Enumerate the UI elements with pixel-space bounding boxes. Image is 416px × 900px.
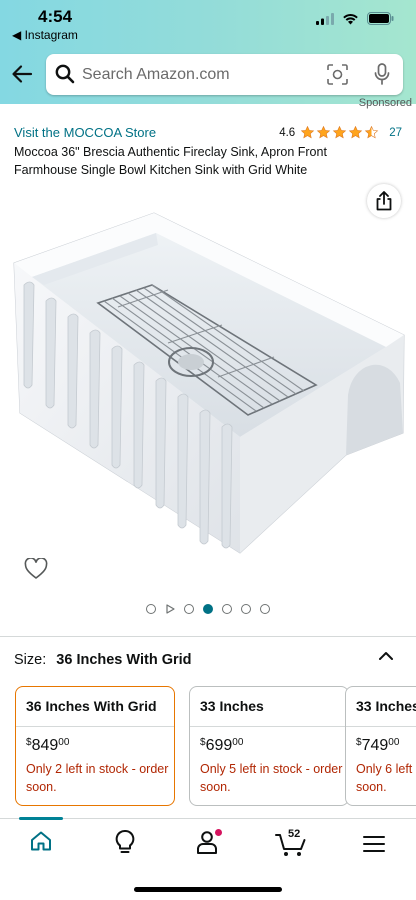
option-price: $69900	[200, 737, 244, 754]
nav-active-indicator	[19, 817, 63, 820]
carousel-dot[interactable]	[184, 604, 194, 614]
account-icon[interactable]	[194, 829, 224, 855]
cellular-signal-icon	[316, 12, 334, 25]
option-stock: Only 5 left in stock - order soon.	[200, 762, 343, 794]
option-name: 36 Inches With Grid	[16, 687, 174, 727]
option-stock: Only 2 left in stock - order soon.	[26, 762, 169, 794]
size-option-card[interactable]: 33 Inches With Grid $74900 Only 6 left i…	[345, 686, 416, 806]
image-carousel-dots[interactable]	[146, 604, 270, 614]
sponsored-label[interactable]: Sponsored	[359, 97, 412, 109]
search-bar[interactable]: Search Amazon.com	[46, 54, 403, 95]
cart-icon[interactable]	[275, 833, 307, 857]
chevron-up-icon[interactable]	[378, 650, 394, 662]
bulb-icon[interactable]	[113, 829, 137, 855]
option-stock: Only 6 left in stock - order soon.	[356, 762, 416, 794]
rating-summary[interactable]: 4.6 27	[279, 126, 402, 139]
option-price: $74900	[356, 737, 400, 754]
status-time: 4:54	[38, 7, 73, 26]
carousel-dot[interactable]	[222, 604, 232, 614]
camera-scan-icon[interactable]	[327, 64, 348, 85]
search-icon	[55, 64, 75, 84]
star-rating-icon	[301, 126, 379, 139]
product-image[interactable]	[8, 205, 408, 557]
carousel-dot-active[interactable]	[203, 604, 213, 614]
carousel-dot[interactable]	[260, 604, 270, 614]
carousel-dot[interactable]	[146, 604, 156, 614]
size-selector-header[interactable]: Size: 36 Inches With Grid	[14, 652, 192, 668]
app-header: 4:54 ◀ Instagram Search Amazon.com	[0, 0, 416, 104]
home-indicator[interactable]	[134, 887, 282, 892]
menu-icon[interactable]	[363, 835, 385, 853]
home-icon[interactable]	[29, 829, 53, 853]
size-option-card[interactable]: 33 Inches $69900 Only 5 left in stock - …	[189, 686, 349, 806]
size-label: Size:	[14, 652, 47, 668]
option-name: 33 Inches With Grid	[346, 687, 416, 727]
video-play-icon[interactable]	[165, 604, 175, 614]
back-to-app-link[interactable]: ◀ Instagram	[12, 28, 78, 42]
option-name: 33 Inches	[190, 687, 348, 727]
battery-icon	[367, 12, 394, 25]
size-options: 36 Inches With Grid $84900 Only 2 left i…	[15, 686, 416, 808]
size-option-card[interactable]: 36 Inches With Grid $84900 Only 2 left i…	[15, 686, 175, 806]
status-icons	[316, 12, 394, 25]
option-price: $84900	[26, 737, 70, 754]
back-arrow-icon[interactable]	[10, 62, 34, 86]
microphone-icon[interactable]	[374, 63, 390, 86]
search-input[interactable]: Search Amazon.com	[82, 66, 230, 84]
wishlist-heart-icon[interactable]	[24, 558, 48, 580]
wifi-icon	[343, 13, 358, 24]
product-title: Moccoa 36" Brescia Authentic Fireclay Si…	[14, 145, 327, 177]
carousel-dot[interactable]	[241, 604, 251, 614]
review-count-link[interactable]: 27	[389, 127, 402, 139]
rating-value: 4.6	[279, 126, 296, 139]
visit-store-link[interactable]: Visit the MOCCOA Store	[14, 125, 156, 140]
size-value: 36 Inches With Grid	[56, 652, 192, 668]
section-divider	[0, 636, 416, 637]
